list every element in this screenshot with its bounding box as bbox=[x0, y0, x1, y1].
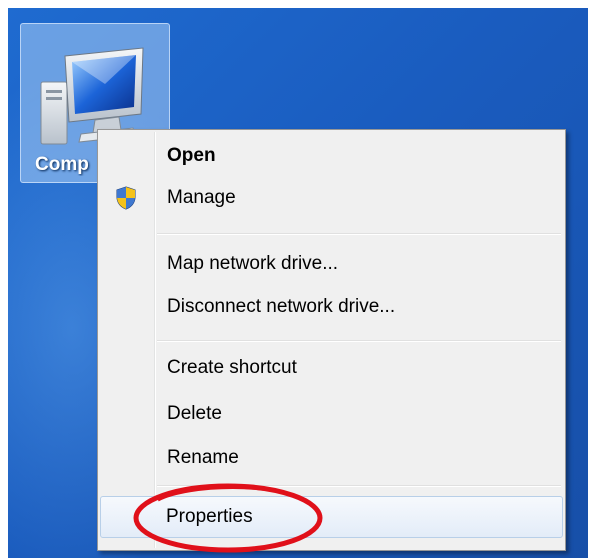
menu-item-label: Create shortcut bbox=[167, 357, 297, 378]
menu-item-label: Manage bbox=[167, 187, 236, 208]
menu-item-properties[interactable]: Properties bbox=[100, 496, 563, 538]
uac-shield-icon bbox=[116, 186, 136, 210]
menu-separator bbox=[157, 340, 561, 342]
menu-item-rename[interactable]: Rename bbox=[100, 438, 563, 478]
menu-item-open[interactable]: Open bbox=[100, 136, 563, 176]
menu-item-label: Map network drive... bbox=[167, 253, 339, 274]
desktop-background: Comp Open Manage Map network drive... Di… bbox=[8, 8, 588, 558]
menu-item-label: Rename bbox=[167, 447, 239, 468]
menu-item-map-network-drive[interactable]: Map network drive... bbox=[100, 244, 563, 284]
menu-item-label: Open bbox=[167, 145, 216, 166]
menu-item-label: Properties bbox=[166, 506, 253, 527]
menu-separator bbox=[157, 485, 561, 487]
context-menu: Open Manage Map network drive... Disconn… bbox=[97, 129, 566, 551]
menu-item-label: Disconnect network drive... bbox=[167, 296, 396, 317]
menu-item-create-shortcut[interactable]: Create shortcut bbox=[100, 348, 563, 388]
menu-separator bbox=[157, 233, 561, 235]
menu-item-disconnect-network-drive[interactable]: Disconnect network drive... bbox=[100, 287, 563, 327]
menu-item-manage[interactable]: Manage bbox=[100, 178, 563, 218]
menu-item-delete[interactable]: Delete bbox=[100, 394, 563, 434]
menu-item-label: Delete bbox=[167, 403, 222, 424]
